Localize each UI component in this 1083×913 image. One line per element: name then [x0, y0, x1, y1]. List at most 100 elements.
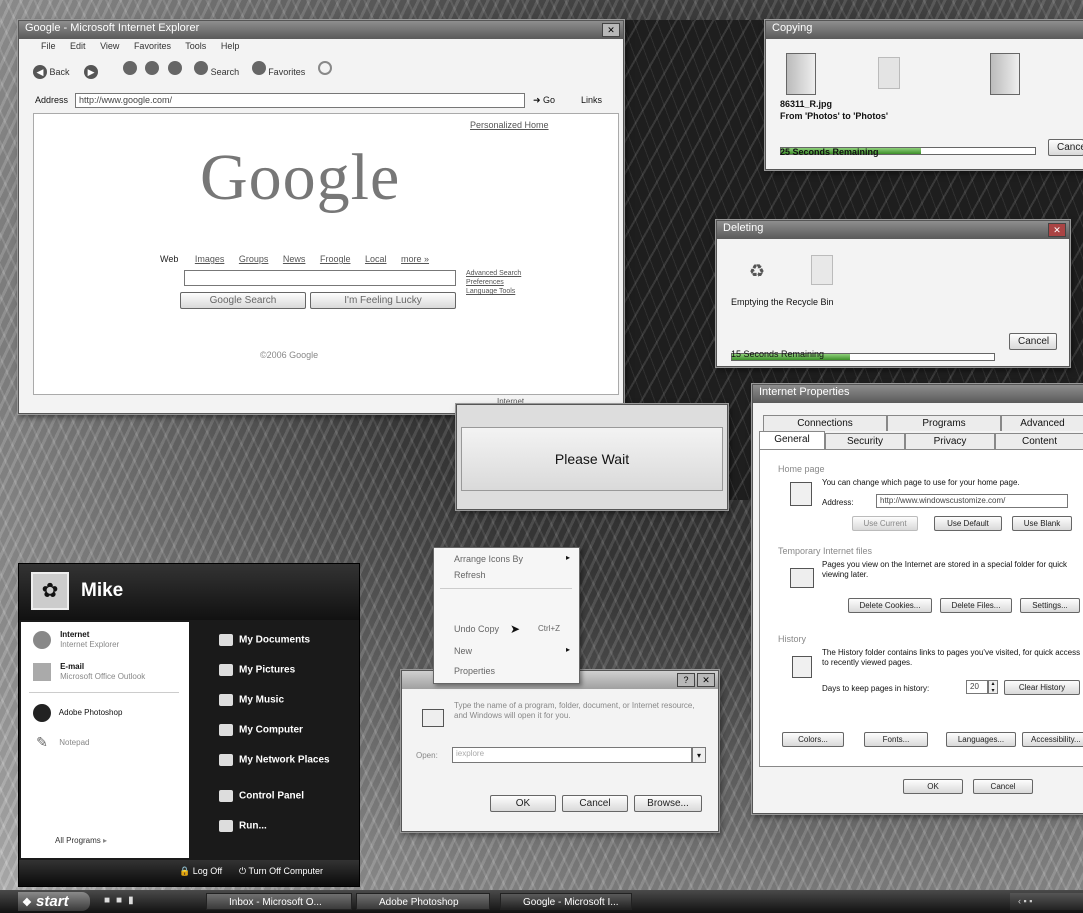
- task-google[interactable]: Google - Microsoft I...: [500, 893, 632, 910]
- ie-window[interactable]: Google - Microsoft Internet Explorer ✕ F…: [18, 20, 624, 414]
- menu-edit[interactable]: Edit: [70, 41, 86, 51]
- menu-view[interactable]: View: [100, 41, 119, 51]
- start-item-my-music[interactable]: My Music: [219, 694, 284, 706]
- advanced-search-link[interactable]: Advanced Search: [466, 269, 521, 278]
- tab-security[interactable]: Security: [825, 433, 905, 449]
- start-item-photoshop[interactable]: Adobe Photoshop: [33, 704, 122, 722]
- tab-froogle[interactable]: Froogle: [320, 254, 351, 264]
- start-item-my-pictures[interactable]: My Pictures: [219, 664, 295, 676]
- refresh-icon[interactable]: [145, 61, 160, 75]
- menu-help[interactable]: Help: [221, 41, 240, 51]
- tab-web[interactable]: Web: [160, 254, 178, 264]
- search-button[interactable]: Search: [194, 61, 239, 77]
- tab-groups[interactable]: Groups: [239, 254, 269, 264]
- menu-file[interactable]: File: [41, 41, 56, 51]
- accessibility-button[interactable]: Accessibility...: [1022, 732, 1083, 747]
- deleting-titlebar[interactable]: Deleting ✕: [717, 221, 1069, 239]
- start-item-my-documents[interactable]: My Documents: [219, 634, 310, 646]
- google-search-input[interactable]: [184, 270, 456, 286]
- tab-local[interactable]: Local: [365, 254, 387, 264]
- run-browse-button[interactable]: Browse...: [634, 795, 702, 812]
- language-tools-link[interactable]: Language Tools: [466, 287, 521, 296]
- tab-privacy[interactable]: Privacy: [905, 433, 995, 449]
- start-button[interactable]: ❖ start: [18, 892, 90, 911]
- tab-content[interactable]: Content: [995, 433, 1083, 449]
- run-open-input[interactable]: iexplore: [452, 747, 692, 763]
- run-dialog[interactable]: ? ✕ Type the name of a program, folder, d…: [401, 670, 719, 832]
- back-button[interactable]: ◀ Back: [33, 65, 70, 79]
- forward-arrow-icon[interactable]: ▶: [84, 65, 99, 79]
- fonts-button[interactable]: Fonts...: [864, 732, 928, 747]
- task-inbox[interactable]: Inbox - Microsoft O...: [206, 893, 352, 910]
- start-item-internet[interactable]: Internet Internet Explorer: [33, 630, 119, 650]
- start-item-run[interactable]: Run...: [219, 820, 267, 832]
- deleting-cancel-button[interactable]: Cancel: [1009, 333, 1057, 350]
- google-search-button[interactable]: Google Search: [180, 292, 306, 309]
- days-stepper-icon[interactable]: ▴ ▾: [988, 680, 998, 694]
- help-icon[interactable]: ?: [677, 673, 695, 687]
- ie-titlebar[interactable]: Google - Microsoft Internet Explorer ✕: [19, 21, 623, 39]
- history-icon[interactable]: [317, 61, 332, 75]
- copying-cancel-button[interactable]: Cancel: [1048, 139, 1083, 156]
- start-item-control-panel[interactable]: Control Panel: [219, 790, 304, 802]
- address-input[interactable]: http://www.google.com/: [75, 93, 525, 108]
- task-photoshop[interactable]: Adobe Photoshop: [356, 893, 490, 910]
- tab-programs[interactable]: Programs: [887, 415, 1001, 431]
- log-off-button[interactable]: 🔒 Log Off: [179, 866, 222, 877]
- ctx-arrange-icons[interactable]: Arrange Icons By: [454, 554, 523, 564]
- stop-icon[interactable]: [122, 61, 137, 75]
- ie-quick-icon[interactable]: ■: [116, 895, 128, 906]
- delete-cookies-button[interactable]: Delete Cookies...: [848, 598, 932, 613]
- run-ok-button[interactable]: OK: [490, 795, 556, 812]
- ip-cancel-button[interactable]: Cancel: [973, 779, 1033, 794]
- start-item-my-computer[interactable]: My Computer: [219, 724, 303, 736]
- use-blank-button[interactable]: Use Blank: [1012, 516, 1072, 531]
- home-icon[interactable]: [167, 61, 182, 75]
- chevron-down-icon[interactable]: ▾: [692, 747, 706, 763]
- tab-more[interactable]: more »: [401, 254, 429, 264]
- home-address-input[interactable]: http://www.windowscustomize.com/: [876, 494, 1068, 508]
- avatar[interactable]: ✿: [31, 572, 69, 610]
- go-button[interactable]: ➜ Go: [533, 95, 555, 106]
- show-desktop-icon[interactable]: ■: [104, 895, 116, 906]
- start-item-notepad[interactable]: ✎ Notepad: [33, 734, 89, 752]
- start-item-my-network[interactable]: My Network Places: [219, 754, 330, 766]
- internet-properties-titlebar[interactable]: Internet Properties: [753, 385, 1083, 403]
- menu-tools[interactable]: Tools: [185, 41, 206, 51]
- ip-ok-button[interactable]: OK: [903, 779, 963, 794]
- close-icon[interactable]: ✕: [697, 673, 715, 687]
- tray-expand-icon[interactable]: ‹: [1018, 896, 1021, 906]
- start-item-email[interactable]: E-mail Microsoft Office Outlook: [33, 662, 145, 682]
- internet-properties-dialog[interactable]: Internet Properties Connections Programs…: [752, 384, 1083, 814]
- tab-connections[interactable]: Connections: [763, 415, 887, 431]
- delete-files-button[interactable]: Delete Files...: [940, 598, 1012, 613]
- ctx-refresh[interactable]: Refresh: [454, 570, 486, 580]
- tray-icon[interactable]: ▪: [1029, 896, 1032, 906]
- use-current-button[interactable]: Use Current: [852, 516, 918, 531]
- days-input[interactable]: 20: [966, 680, 988, 694]
- menu-favorites[interactable]: Favorites: [134, 41, 171, 51]
- links-button[interactable]: Links: [581, 95, 602, 105]
- personalized-home-link[interactable]: Personalized Home: [470, 120, 549, 130]
- languages-button[interactable]: Languages...: [946, 732, 1016, 747]
- all-programs-button[interactable]: All Programs ▸: [55, 836, 107, 845]
- ctx-undo-copy[interactable]: Undo Copy: [454, 624, 499, 634]
- deleting-dialog[interactable]: Deleting ✕ ♻ Emptying the Recycle Bin Ca…: [716, 220, 1070, 367]
- media-icon[interactable]: ▮: [128, 895, 140, 906]
- close-icon[interactable]: ✕: [602, 23, 620, 37]
- colors-button[interactable]: Colors...: [782, 732, 844, 747]
- tab-images[interactable]: Images: [195, 254, 225, 264]
- clear-history-button[interactable]: Clear History: [1004, 680, 1080, 695]
- tab-general[interactable]: General: [759, 431, 825, 449]
- tab-news[interactable]: News: [283, 254, 306, 264]
- feeling-lucky-button[interactable]: I'm Feeling Lucky: [310, 292, 456, 309]
- tray-icon[interactable]: ▪: [1024, 896, 1027, 906]
- ctx-new[interactable]: New: [454, 646, 472, 656]
- settings-button[interactable]: Settings...: [1020, 598, 1080, 613]
- copying-titlebar[interactable]: Copying: [766, 21, 1083, 39]
- turn-off-button[interactable]: ⏻ Turn Off Computer: [239, 866, 323, 877]
- copying-dialog[interactable]: Copying 86311_R.jpg From 'Photos' to 'Ph…: [765, 20, 1083, 170]
- preferences-link[interactable]: Preferences: [466, 278, 521, 287]
- favorites-button[interactable]: Favorites: [251, 61, 305, 77]
- close-icon[interactable]: ✕: [1048, 223, 1066, 237]
